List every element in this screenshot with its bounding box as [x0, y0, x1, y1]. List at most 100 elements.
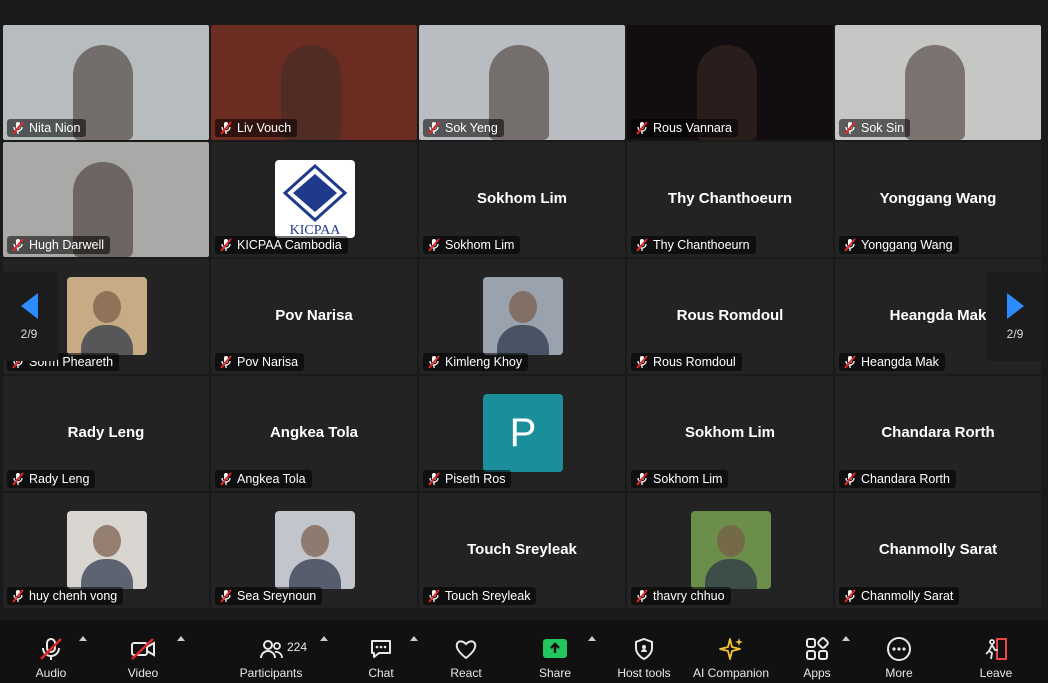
chat-options-caret[interactable] — [410, 636, 418, 641]
ai-companion-button[interactable]: AI Companion — [688, 624, 774, 680]
participant-name: Sokhom Lim — [445, 238, 515, 252]
arrow-left-icon — [20, 292, 38, 319]
shield-icon — [635, 637, 653, 661]
participant-tile[interactable]: KICPAA KICPAA Cambodia — [211, 142, 417, 257]
video-label: Video — [127, 666, 159, 680]
participant-tile[interactable]: Rous Vannara — [627, 25, 833, 140]
mic-muted-icon — [220, 355, 232, 369]
participant-name: Rady Leng — [29, 472, 90, 486]
participant-tile[interactable]: Liv Vouch — [211, 25, 417, 140]
share-button[interactable]: Share — [534, 624, 576, 680]
participant-tile[interactable]: Yonggang Wang Yonggang Wang — [835, 142, 1041, 257]
participant-tile[interactable]: Nita Nion — [3, 25, 209, 140]
more-label: More — [885, 666, 913, 680]
participant-tile[interactable]: Angkea Tola Angkea Tola — [211, 376, 417, 491]
participant-name: Chandara Rorth — [861, 472, 950, 486]
mic-muted-icon — [844, 121, 856, 135]
react-label: React — [450, 666, 482, 680]
participant-name: Thy Chanthoeurn — [653, 238, 750, 252]
participant-display-name: Rous Romdoul — [676, 307, 784, 324]
prev-page-button[interactable]: 2/9 — [0, 272, 58, 361]
participant-name: Angkea Tola — [237, 472, 306, 486]
participant-name-tag: Rous Vannara — [631, 119, 738, 137]
participant-name-tag: Piseth Ros — [423, 470, 512, 488]
participant-tile[interactable]: Rous Romdoul Rous Romdoul — [627, 259, 833, 374]
participant-tile[interactable]: Kimleng Khoy — [419, 259, 625, 374]
participant-name-tag: Sok Sin — [839, 119, 911, 137]
share-screen-icon — [543, 639, 567, 658]
participant-name: Piseth Ros — [445, 472, 506, 486]
avatar — [691, 511, 771, 589]
leave-button[interactable]: Leave — [974, 624, 1018, 680]
host-tools-button[interactable]: Host tools — [614, 624, 674, 680]
apps-options-caret[interactable] — [842, 636, 850, 641]
participant-tile[interactable]: thavry chhuo — [627, 493, 833, 608]
participant-tile[interactable]: P Piseth Ros — [419, 376, 625, 491]
audio-label: Audio — [35, 666, 67, 680]
participant-name-tag: Angkea Tola — [215, 470, 312, 488]
mic-muted-icon — [220, 121, 232, 135]
leave-icon — [985, 638, 1007, 660]
participant-name-tag: Nita Nion — [7, 119, 87, 137]
participant-tile[interactable]: Touch Sreyleak Touch Sreyleak — [419, 493, 625, 608]
participant-tile[interactable]: Sea Sreynoun — [211, 493, 417, 608]
mic-muted-icon — [636, 121, 648, 135]
participant-tile[interactable]: Chandara Rorth Chandara Rorth — [835, 376, 1041, 491]
participant-name-tag: thavry chhuo — [631, 587, 731, 605]
participant-video — [905, 45, 965, 140]
heart-icon — [455, 640, 477, 660]
participant-tile[interactable]: Pov Narisa Pov Narisa — [211, 259, 417, 374]
video-grid: Nita Nion Liv Vouch Sok Yeng Rous Vannara So… — [0, 0, 1048, 620]
audio-options-caret[interactable] — [79, 636, 87, 641]
mic-muted-icon — [40, 638, 62, 660]
participant-name: Touch Sreyleak — [445, 589, 531, 603]
avatar — [67, 511, 147, 589]
chat-icon — [371, 640, 391, 658]
participant-name-tag: Chandara Rorth — [839, 470, 956, 488]
participant-name: Kimleng Khoy — [445, 355, 523, 369]
participant-name: KICPAA Cambodia — [237, 238, 342, 252]
react-button[interactable]: React — [444, 624, 488, 680]
mic-muted-icon — [220, 238, 232, 252]
avatar — [67, 277, 147, 355]
more-button[interactable]: More — [878, 624, 920, 680]
next-page-button[interactable]: 2/9 — [986, 272, 1044, 361]
apps-icon — [806, 637, 829, 660]
participant-name-tag: huy chenh vong — [7, 587, 124, 605]
participant-name-tag: Touch Sreyleak — [423, 587, 537, 605]
participant-name: Pov Narisa — [237, 355, 299, 369]
participant-name-tag: Yonggang Wang — [839, 236, 959, 254]
mic-muted-icon — [844, 355, 856, 369]
mic-muted-icon — [844, 238, 856, 252]
video-button[interactable]: Video — [118, 624, 168, 680]
audio-button[interactable]: Audio — [26, 624, 76, 680]
ai-companion-label: AI Companion — [692, 666, 770, 680]
leave-label: Leave — [979, 666, 1013, 680]
participant-tile[interactable]: Chanmolly Sarat Chanmolly Sarat — [835, 493, 1041, 608]
participant-name: Sea Sreynoun — [237, 589, 317, 603]
participant-tile[interactable]: Sok Sin — [835, 25, 1041, 140]
apps-button[interactable]: Apps — [796, 624, 838, 680]
participant-name-tag: Pov Narisa — [215, 353, 305, 371]
participant-name: Sok Sin — [861, 121, 905, 135]
chat-button[interactable]: Chat — [360, 624, 402, 680]
participant-tile[interactable]: Sokhom Lim Sokhom Lim — [419, 142, 625, 257]
sparkle-icon — [719, 638, 743, 660]
participants-options-caret[interactable] — [320, 636, 328, 641]
mic-muted-icon — [12, 472, 24, 486]
participant-display-name: Sokhom Lim — [476, 190, 567, 207]
participant-name-tag: Rous Romdoul — [631, 353, 742, 371]
participant-tile[interactable]: Hugh Darwell — [3, 142, 209, 257]
participant-tile[interactable]: Sokhom Lim Sokhom Lim — [627, 376, 833, 491]
participant-tile[interactable]: Sok Yeng — [419, 25, 625, 140]
avatar — [275, 511, 355, 589]
participant-name-tag: Sokhom Lim — [423, 236, 521, 254]
participant-tile[interactable]: huy chenh vong — [3, 493, 209, 608]
participant-display-name: Rady Leng — [67, 424, 145, 441]
share-options-caret[interactable] — [588, 636, 596, 641]
video-options-caret[interactable] — [177, 636, 185, 641]
participant-tile[interactable]: Rady Leng Rady Leng — [3, 376, 209, 491]
more-icon — [887, 637, 911, 661]
avatar — [483, 277, 563, 355]
participant-tile[interactable]: Thy Chanthoeurn Thy Chanthoeurn — [627, 142, 833, 257]
